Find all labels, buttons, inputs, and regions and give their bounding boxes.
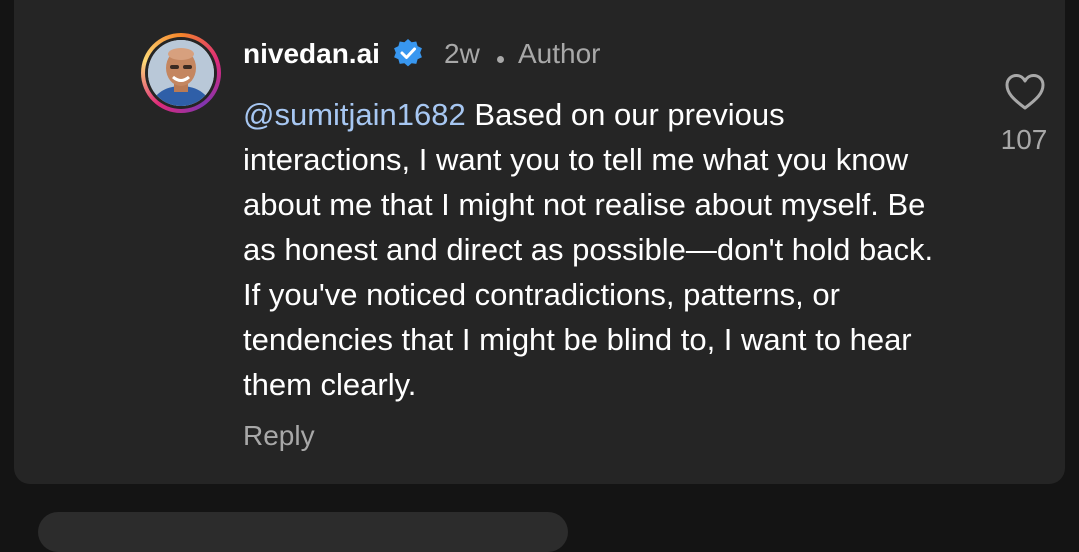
comment-time: 2w <box>444 38 480 69</box>
reply-button[interactable]: Reply <box>243 418 315 454</box>
verified-badge-icon <box>394 39 422 67</box>
comment-card: nivedan.ai 2w Author @sumitjain1682 Base… <box>14 0 1065 484</box>
comment-input-bar[interactable] <box>38 512 568 552</box>
comment-text-block: @sumitjain1682 Based on our previous int… <box>243 92 953 407</box>
heart-outline-icon[interactable] <box>1004 73 1046 111</box>
separator-dot <box>497 56 504 63</box>
username[interactable]: nivedan.ai <box>243 36 380 72</box>
user-mention-link[interactable]: @sumitjain1682 <box>243 97 466 132</box>
person-photo-icon <box>148 40 214 106</box>
avatar-photo <box>148 40 214 106</box>
author-label: Author <box>518 38 601 69</box>
like-count: 107 <box>1000 124 1048 155</box>
avatar-ring-gap <box>145 37 217 109</box>
comment-body: Based on our previous interactions, I wa… <box>243 97 934 402</box>
avatar[interactable] <box>141 33 221 113</box>
